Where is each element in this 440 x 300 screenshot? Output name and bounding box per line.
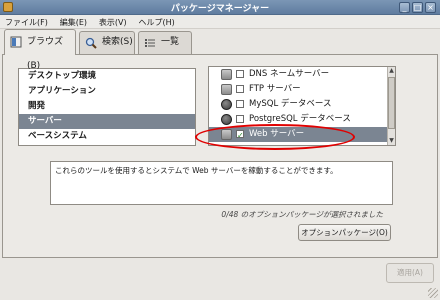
window-title: パッケージマネージャー	[170, 4, 270, 14]
database-icon	[221, 99, 232, 110]
menu-file[interactable]: ファイル(F)	[0, 15, 52, 28]
server-icon	[221, 69, 232, 80]
category-item-desktop[interactable]: デスクトップ環境	[19, 69, 195, 84]
scroll-up-arrow-icon[interactable]: ▲	[388, 67, 395, 75]
scrollbar-thumb[interactable]	[388, 77, 395, 129]
menu-bar: ファイル(F) 編集(E) 表示(V) ヘルプ(H)	[0, 15, 440, 29]
apply-button[interactable]: 適用(A)	[386, 263, 434, 283]
group-list[interactable]: DNS ネームサーバー FTP サーバー MySQL データベース Postgr…	[208, 66, 396, 146]
menu-edit[interactable]: 編集(E)	[55, 15, 91, 28]
database-icon	[221, 114, 232, 125]
tab-search-label: 検索(S)	[102, 37, 133, 47]
group-description: これらのツールを使用するとシステムで Web サーバーを稼動することができます。	[50, 161, 393, 205]
category-item-servers[interactable]: サーバー	[19, 114, 195, 129]
group-label: FTP サーバー	[249, 84, 301, 94]
list-icon	[145, 39, 155, 47]
search-icon	[85, 37, 97, 49]
menu-view[interactable]: 表示(V)	[94, 15, 131, 28]
category-list[interactable]: デスクトップ環境 アプリケーション 開発 サーバー ベースシステム	[18, 68, 196, 146]
selection-status: 0/48 のオプションパッケージが選択されました	[221, 210, 383, 219]
group-list-scrollbar[interactable]: ▲ ▼	[387, 67, 395, 145]
scroll-down-arrow-icon[interactable]: ▼	[388, 137, 395, 145]
group-item-dns[interactable]: DNS ネームサーバー	[209, 67, 395, 82]
tab-browse[interactable]: ブラウズ(B)	[4, 29, 76, 71]
group-checkbox[interactable]	[236, 100, 244, 108]
server-icon	[221, 84, 232, 95]
title-bar: パッケージマネージャー _ □ ×	[0, 0, 440, 15]
tab-search[interactable]: 検索(S)	[79, 31, 135, 54]
group-checkbox[interactable]	[236, 85, 244, 93]
browse-icon	[10, 36, 22, 48]
group-item-postgresql[interactable]: PostgreSQL データベース	[209, 112, 395, 127]
browse-panel: デスクトップ環境 アプリケーション 開発 サーバー ベースシステム DNS ネー…	[2, 54, 438, 258]
optional-packages-button[interactable]: オプションパッケージ(O)	[298, 224, 391, 241]
tab-list[interactable]: 一覧(L)	[138, 31, 192, 67]
category-item-applications[interactable]: アプリケーション	[19, 84, 195, 99]
group-item-ftp[interactable]: FTP サーバー	[209, 82, 395, 97]
bottom-bar: 適用(A)	[0, 258, 440, 300]
server-icon	[221, 129, 232, 140]
minimize-button[interactable]: _	[399, 2, 410, 13]
category-item-development[interactable]: 開発	[19, 99, 195, 114]
maximize-button[interactable]: □	[412, 2, 423, 13]
menu-help[interactable]: ヘルプ(H)	[133, 15, 178, 28]
group-checkbox[interactable]	[236, 70, 244, 78]
group-label: MySQL データベース	[249, 99, 332, 109]
close-button[interactable]: ×	[425, 2, 436, 13]
group-checkbox[interactable]	[236, 128, 244, 143]
group-label: Web サーバー	[249, 129, 305, 139]
category-item-base-system[interactable]: ベースシステム	[19, 129, 195, 144]
group-item-mysql[interactable]: MySQL データベース	[209, 97, 395, 112]
group-label: PostgreSQL データベース	[249, 114, 351, 124]
resize-grip[interactable]	[428, 288, 438, 298]
tab-bar: ブラウズ(B) 検索(S) 一覧(L)	[0, 29, 440, 71]
group-checkbox[interactable]	[236, 115, 244, 123]
group-item-web-server[interactable]: Web サーバー	[209, 127, 395, 143]
group-label: DNS ネームサーバー	[249, 69, 330, 79]
